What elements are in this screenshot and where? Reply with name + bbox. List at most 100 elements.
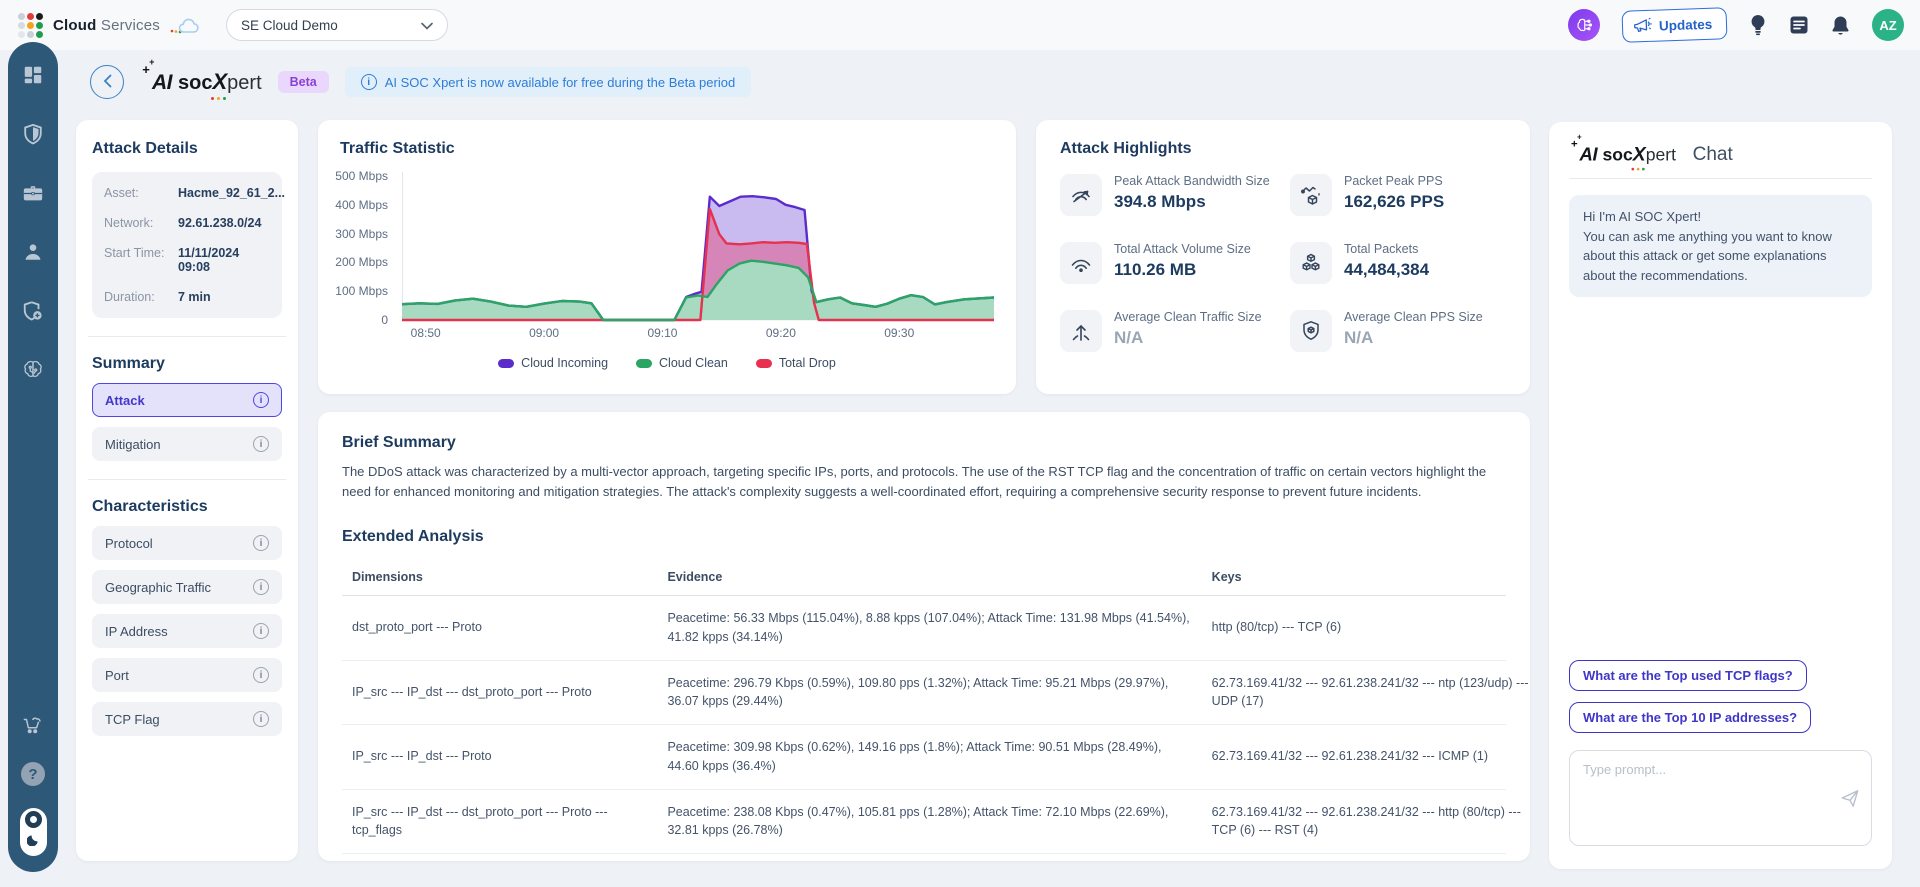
- beta-banner: i AI SOC Xpert is now available for free…: [345, 67, 751, 97]
- detail-value: Hacme_92_61_2...: [178, 186, 285, 200]
- bandwidth-wave-icon: [1060, 174, 1102, 216]
- lightbulb-icon[interactable]: [1749, 14, 1767, 36]
- ai-assistant-icon[interactable]: [1568, 9, 1600, 41]
- highlight-item: Packet Peak PPS 162,626 PPS: [1290, 174, 1506, 216]
- brief-summary-title: Brief Summary: [342, 434, 1506, 452]
- sidebar-item-user[interactable]: [22, 243, 44, 265]
- highlight-item: Average Clean PPS Size N/A: [1290, 310, 1506, 352]
- summary-item-attack[interactable]: Attack i: [92, 383, 282, 417]
- legend-swatch: [756, 359, 772, 368]
- legend-swatch: [636, 359, 652, 368]
- total-packets-icon: [1290, 242, 1332, 284]
- highlight-label: Average Clean PPS Size: [1344, 310, 1483, 324]
- sparkle-icon: +: [1577, 133, 1582, 142]
- attack-volume-icon: [1060, 242, 1102, 284]
- updates-button[interactable]: Updates: [1621, 7, 1727, 43]
- info-icon[interactable]: i: [253, 392, 269, 408]
- analysis-column-header: Keys: [1212, 568, 1532, 587]
- sidebar-footer: ?: [20, 716, 47, 856]
- legend-item-cloud-clean[interactable]: Cloud Clean: [636, 356, 728, 370]
- characteristic-item-tcp-flag[interactable]: TCP Flagi: [92, 702, 282, 736]
- briefcase-icon: [22, 182, 44, 209]
- summary-items: AttackiMitigationi: [92, 383, 282, 461]
- info-icon[interactable]: i: [253, 623, 269, 639]
- x-axis-tick-label: 09:10: [647, 326, 677, 340]
- logo-x: X: [212, 69, 227, 95]
- attack-highlights-card: Attack Highlights Peak Attack Bandwidth …: [1036, 120, 1530, 394]
- characteristic-items: Protocoli Geographic Traffici IP Addressi P…: [92, 526, 282, 736]
- legend-item-total-drop[interactable]: Total Drop: [756, 356, 836, 370]
- chat-suggestion-chip[interactable]: What are the Top 10 IP addresses?: [1569, 702, 1811, 733]
- brand: Cloud Services: [18, 11, 200, 40]
- notes-icon[interactable]: [1789, 15, 1809, 35]
- chat-title: + + AI soc X pert Chat: [1569, 140, 1872, 179]
- highlight-text: Packet Peak PPS 162,626 PPS: [1344, 174, 1444, 212]
- info-icon[interactable]: i: [253, 579, 269, 595]
- updates-button-label: Updates: [1658, 16, 1712, 33]
- sidebar-item-cart[interactable]: [21, 716, 43, 738]
- chat-welcome-message: Hi I'm AI SOC Xpert!You can ask me anyth…: [1569, 195, 1872, 297]
- sidebar: ?: [8, 42, 58, 872]
- info-icon[interactable]: i: [253, 436, 269, 452]
- help-icon[interactable]: ?: [21, 762, 45, 786]
- socxpert-logo: + + AI soc X pert: [1569, 143, 1676, 166]
- chat-suggestion-chip[interactable]: What are the Top used TCP flags?: [1569, 660, 1807, 691]
- x-axis-tick-label: 09:30: [884, 326, 914, 340]
- characteristic-item-port[interactable]: Porti: [92, 658, 282, 692]
- legend-swatch: [498, 359, 514, 368]
- info-icon[interactable]: i: [253, 535, 269, 551]
- highlight-text: Total Packets44,484,384: [1344, 242, 1429, 280]
- sidebar-item-briefcase[interactable]: [22, 184, 44, 206]
- sidebar-item-shield-plus[interactable]: [22, 302, 44, 324]
- highlight-text: Average Clean Traffic SizeN/A: [1114, 310, 1262, 348]
- clean-pps-icon: [1290, 310, 1332, 352]
- logo-dots: [211, 97, 227, 101]
- extended-analysis-title: Extended Analysis: [342, 528, 1506, 546]
- summary-title: Summary: [92, 355, 282, 373]
- attack-highlights-title: Attack Highlights: [1060, 140, 1506, 158]
- back-button[interactable]: [90, 65, 124, 99]
- chat-prompt-box: [1569, 750, 1872, 851]
- info-icon[interactable]: i: [253, 667, 269, 683]
- toggle-knob: [25, 811, 42, 828]
- analysis-cell-evidence: Peacetime: 56.33 Mbps (115.04%), 8.88 kp…: [667, 609, 1193, 647]
- sidebar-item-dashboard-grid[interactable]: [22, 66, 44, 88]
- highlight-item: Total Attack Volume Size110.26 MB: [1060, 242, 1276, 284]
- characteristic-item-protocol[interactable]: Protocoli: [92, 526, 282, 560]
- detail-row: Start Time:11/11/2024 09:08: [104, 238, 270, 282]
- megaphone-icon: [1632, 16, 1652, 37]
- avatar[interactable]: AZ: [1872, 9, 1904, 41]
- legend-item-cloud-incoming[interactable]: Cloud Incoming: [498, 356, 608, 370]
- info-icon[interactable]: i: [253, 711, 269, 727]
- chart-legend: Cloud Incoming Cloud Clean Total Drop: [340, 356, 994, 370]
- theme-toggle[interactable]: [20, 808, 47, 856]
- characteristic-item-geographic-traffic[interactable]: Geographic Traffici: [92, 570, 282, 604]
- send-icon[interactable]: [1840, 788, 1860, 813]
- highlight-item: Average Clean Traffic SizeN/A: [1060, 310, 1276, 352]
- extended-analysis-table: DimensionsEvidenceKeysdst_proto_port ---…: [342, 560, 1506, 854]
- sidebar-item-shield[interactable]: [22, 125, 44, 147]
- highlight-value: N/A: [1344, 328, 1483, 348]
- bell-icon[interactable]: [1831, 15, 1850, 36]
- analysis-cell-evidence: Peacetime: 238.08 Kbps (0.47%), 105.81 p…: [667, 803, 1193, 841]
- sidebar-item-ai-brain[interactable]: [22, 361, 44, 383]
- summary-item-label: Attack: [105, 393, 145, 408]
- table-row: IP_src --- IP_dst --- dst_proto_port ---…: [342, 790, 1506, 855]
- detail-value: 7 min: [178, 290, 211, 304]
- highlight-value: 162,626 PPS: [1344, 192, 1444, 212]
- summary-item-mitigation[interactable]: Mitigationi: [92, 427, 282, 461]
- x-axis-tick-label: 09:00: [529, 326, 559, 340]
- detail-label: Asset:: [104, 186, 178, 200]
- y-axis-tick-label: 0: [381, 313, 388, 327]
- traffic-chart-plot: [402, 172, 994, 322]
- sidebar-footer-items: ?: [21, 716, 45, 808]
- detail-row: Network:92.61.238.0/24: [104, 208, 270, 238]
- detail-label: Network:: [104, 216, 178, 230]
- characteristic-item-ip-address[interactable]: IP Addressi: [92, 614, 282, 648]
- chevron-left-icon: [103, 74, 112, 91]
- legend-label: Cloud Clean: [659, 356, 728, 370]
- highlight-label: Packet Peak PPS: [1344, 174, 1444, 188]
- tenant-selector[interactable]: SE Cloud Demo: [226, 9, 448, 41]
- logo-soc: soc: [1602, 146, 1632, 166]
- chat-prompt-input[interactable]: [1569, 750, 1872, 846]
